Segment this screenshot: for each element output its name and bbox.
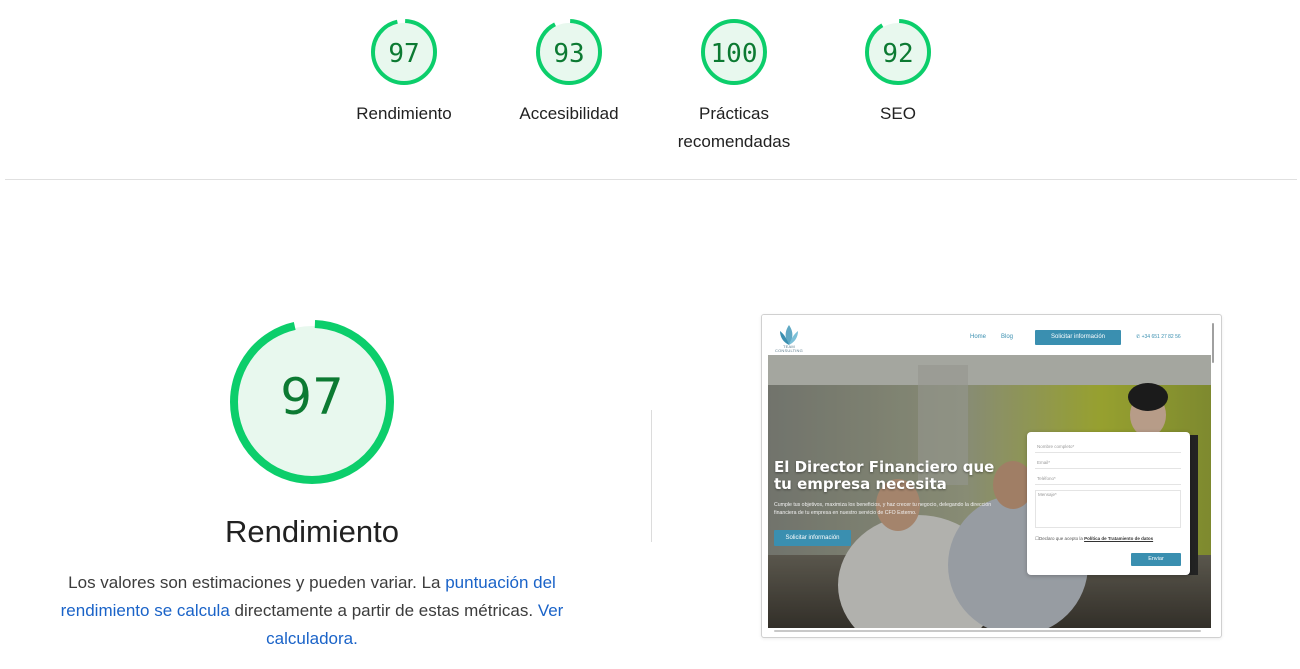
gauge-performance[interactable]: 97 Rendimiento [329,18,479,128]
consent-text: Declaro que acepto la [1039,536,1085,541]
nav-blog[interactable]: Blog [1001,334,1013,340]
gauge-seo[interactable]: 92 SEO [823,18,973,128]
nav-cta-button[interactable]: Solicitar información [1035,330,1121,345]
performance-gauge-large: 97 [228,318,396,486]
gauge-score: 97 [388,39,419,69]
gauge-best-practices[interactable]: 100 Prácticas recomendadas [659,18,809,156]
gauge-ring: 97 [371,19,437,85]
hero-cta-button[interactable]: Solicitar información [774,530,851,546]
category-gauges: 97 Rendimiento 93 Accesibilidad 100 Prác… [0,18,1300,168]
phone-text: +34 651 27 82 56 [1141,334,1181,340]
gauge-ring: 93 [536,19,602,85]
nav-phone[interactable]: ✆ +34 651 27 82 56 [1136,334,1181,340]
gauge-score: 100 [711,39,758,69]
description-text: directamente a partir de estas métricas. [229,601,538,620]
gauge-ring: 92 [865,19,931,85]
description-text: Los valores son estimaciones y pueden va… [68,573,446,592]
gauge-score: 97 [280,368,344,426]
consent-checkbox[interactable]: ☐Declaro que acepto la Política de Trata… [1035,535,1181,542]
gauge-ring: 100 [701,19,767,85]
gauge-accessibility[interactable]: 93 Accesibilidad [494,18,644,128]
gauge-ring: 97 [230,320,394,484]
logo-text: TEAM CONSULTING [775,344,803,353]
gauge-label: Rendimiento [356,104,452,123]
gauge-label: Accesibilidad [519,104,619,123]
nav-home[interactable]: Home [970,334,986,340]
contact-form: Nombre completo* Email* Teléfono* Mensaj… [1027,432,1190,575]
vertical-scrollbar[interactable] [1212,323,1214,363]
score-description: Los valores son estimaciones y pueden va… [42,569,582,653]
name-field[interactable]: Nombre completo* [1035,441,1181,453]
vertical-divider [651,410,652,542]
gauge-score: 93 [553,39,584,69]
gauge-label: SEO [880,104,916,123]
message-field[interactable]: Mensaje* [1035,490,1181,528]
gauge-label: Prácticas recomendadas [677,104,791,151]
phone-field[interactable]: Teléfono* [1035,473,1181,485]
gauge-score: 92 [882,39,913,69]
horizontal-scrollbar[interactable] [774,630,1201,632]
hero-subtitle: Cumple tus objetivos, maximiza los benef… [774,502,992,516]
send-button[interactable]: Enviar [1131,553,1181,566]
privacy-link[interactable]: Política de Tratamiento de datos [1084,536,1153,541]
hero-title: El Director Financiero que tu empresa ne… [774,458,995,493]
site-header: TEAM CONSULTING Home Blog Solicitar info… [762,315,1211,355]
section-divider [5,179,1297,180]
hero-section: El Director Financiero que tu empresa ne… [768,355,1211,628]
final-screenshot[interactable]: TEAM CONSULTING Home Blog Solicitar info… [761,314,1222,638]
email-field[interactable]: Email* [1035,457,1181,469]
section-title: Rendimiento [224,514,400,549]
